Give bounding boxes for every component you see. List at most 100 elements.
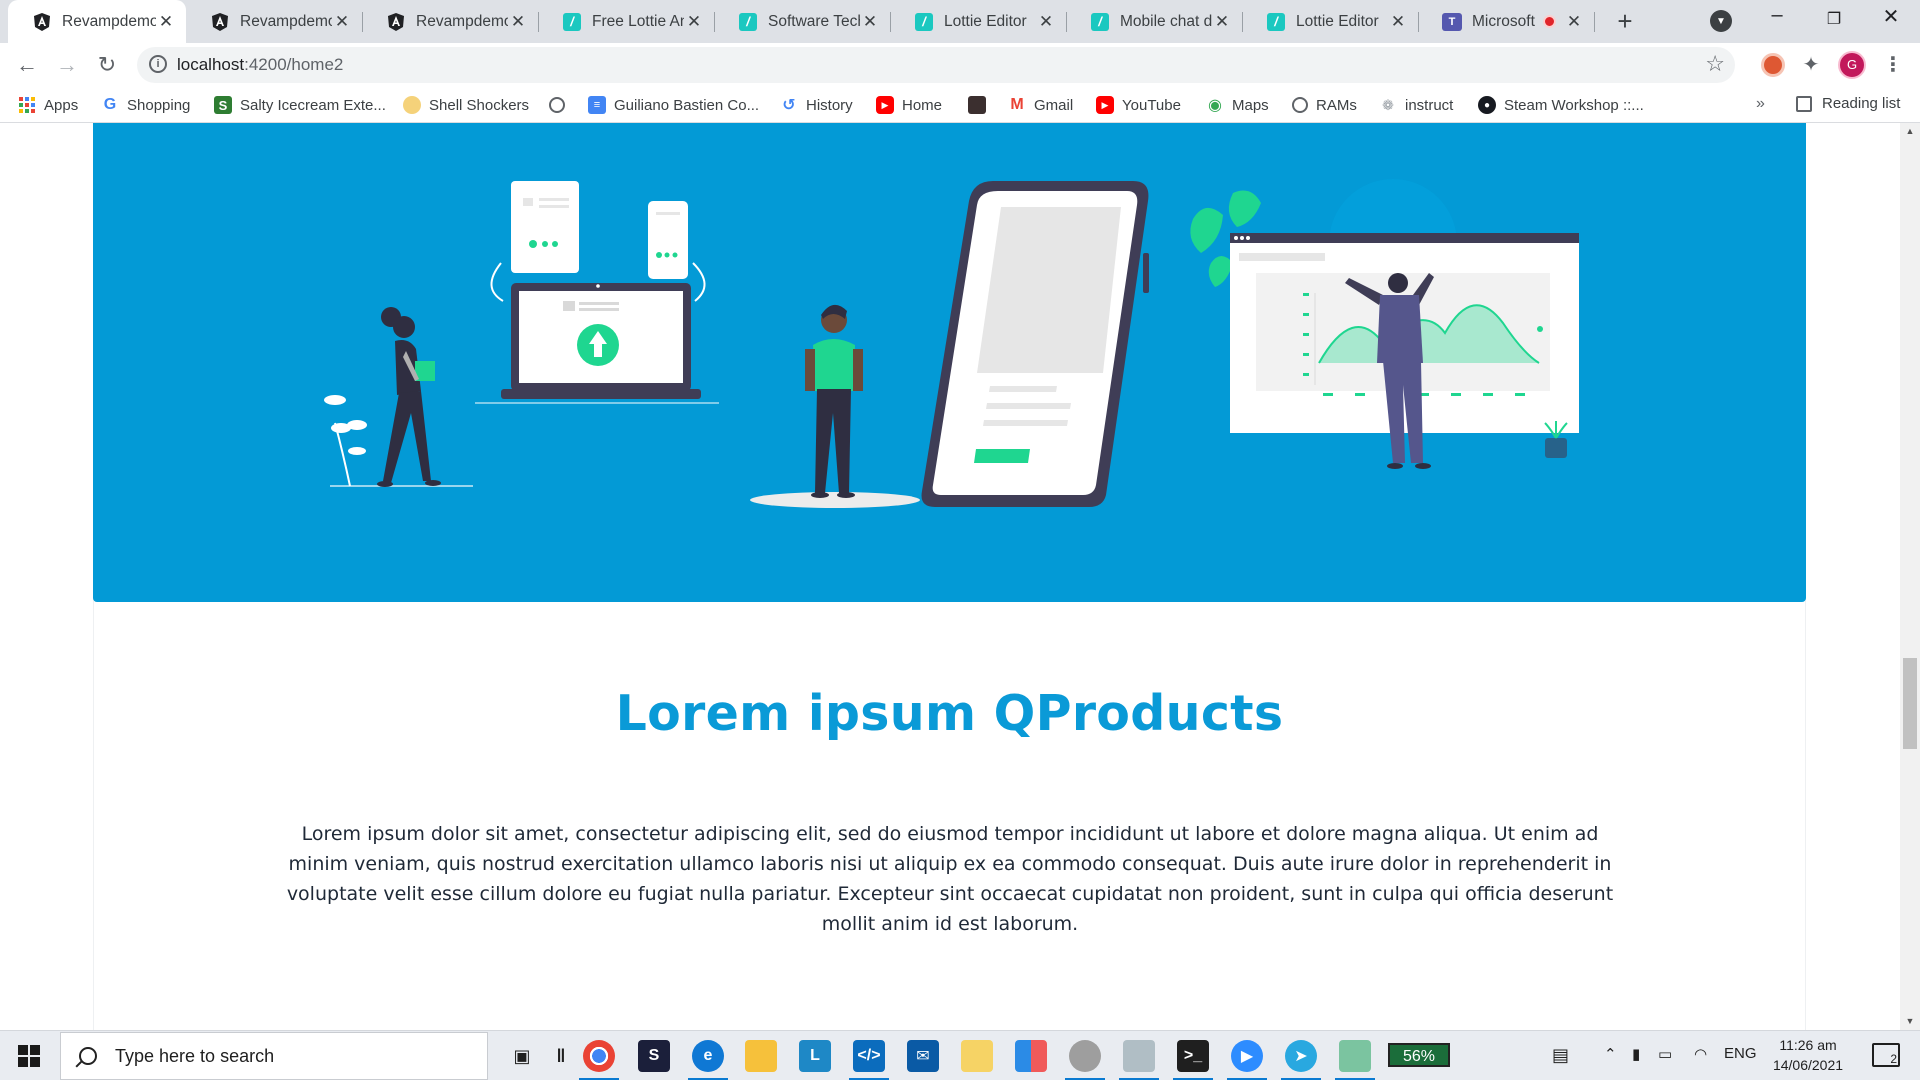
vscode-app-icon[interactable]: </>: [853, 1040, 885, 1072]
slack-like-app-icon[interactable]: S: [638, 1040, 670, 1072]
lottie-icon: /: [914, 12, 934, 32]
url-path: :4200/home2: [244, 55, 344, 74]
bookmark-history[interactable]: ↺ History: [780, 95, 852, 115]
woman-figure: [324, 307, 473, 487]
minimize-icon[interactable]: –: [1757, 4, 1797, 27]
back-arrow-icon[interactable]: ←: [12, 50, 42, 80]
browser-menu-icon[interactable]: ⋮: [1881, 53, 1905, 77]
close-icon[interactable]: ✕: [508, 12, 528, 32]
intro-paragraph: Lorem ipsum dolor sit amet, consectetur …: [286, 823, 1614, 935]
system-clock[interactable]: 11:26 am 14/06/2021: [1758, 1035, 1858, 1075]
telegram-app-icon[interactable]: ➤: [1285, 1040, 1317, 1072]
tab-free-lottie[interactable]: / Free Lottie Ani ✕: [538, 0, 714, 43]
close-window-icon[interactable]: ✕: [1871, 4, 1911, 29]
new-tab-button[interactable]: +: [1611, 7, 1639, 35]
man-figure: [750, 304, 920, 508]
photos-app-icon[interactable]: [1123, 1040, 1155, 1072]
bookmark-instruct[interactable]: ❁ instruct: [1379, 95, 1453, 115]
edge-app-icon[interactable]: e: [692, 1040, 724, 1072]
notification-center-icon[interactable]: 2: [1872, 1043, 1900, 1067]
language-indicator[interactable]: ENG: [1724, 1045, 1757, 1062]
wifi-icon[interactable]: ◠: [1694, 1045, 1707, 1063]
tab-search-icon[interactable]: ▼: [1710, 10, 1732, 32]
tab-lottie-editor-1[interactable]: / Lottie Editor ✕: [890, 0, 1066, 43]
tab-mobile-chat[interactable]: / Mobile chat di ✕: [1066, 0, 1242, 43]
restore-icon[interactable]: ❐: [1814, 9, 1854, 29]
tab-strip: Revampdemo ✕ Revampdemo ✕ Revampdemo ✕ /…: [0, 0, 1920, 43]
task-view-icon[interactable]: ▣: [506, 1040, 538, 1072]
tab-revampdemo-3[interactable]: Revampdemo ✕: [362, 0, 538, 43]
tab-lottie-editor-2[interactable]: / Lottie Editor ✕: [1242, 0, 1418, 43]
search-placeholder: Type here to search: [115, 1045, 275, 1066]
reload-icon[interactable]: ↻: [92, 50, 122, 80]
docs-icon: ≡: [588, 96, 606, 114]
tab-title: Revampdemo: [62, 12, 156, 30]
disc-app-icon[interactable]: [1069, 1040, 1101, 1072]
news-tray-icon[interactable]: ▤: [1552, 1045, 1569, 1066]
tab-microsoft-teams[interactable]: T Microsoft ✕: [1418, 0, 1594, 43]
bookmark-label: Gmail: [1034, 96, 1074, 114]
scroll-thumb[interactable]: [1903, 658, 1917, 749]
tab-revampdemo-1[interactable]: Revampdemo ✕: [8, 0, 186, 43]
tray-chevron-icon[interactable]: ⌃: [1604, 1045, 1617, 1063]
duckduckgo-extension-icon[interactable]: [1761, 53, 1785, 77]
tab-title: Revampdemo: [240, 12, 332, 30]
page-scrollbar[interactable]: ▲ ▼: [1900, 123, 1920, 1030]
hero-banner: [93, 123, 1806, 602]
close-icon[interactable]: ✕: [860, 12, 880, 32]
bookmark-rams[interactable]: RAMs: [1292, 95, 1357, 115]
tab-title: Free Lottie Ani: [592, 12, 684, 30]
power-icon[interactable]: ▭: [1658, 1045, 1672, 1063]
scroll-down-arrow-icon[interactable]: ▼: [1900, 1013, 1920, 1030]
apps-grid-icon: [18, 96, 36, 114]
windows-start-icon[interactable]: [18, 1045, 40, 1067]
paint-app-icon[interactable]: [1015, 1040, 1047, 1072]
game-icon: [968, 96, 986, 114]
close-icon[interactable]: ✕: [1036, 12, 1056, 32]
bookmark-home[interactable]: ▶ Home: [876, 95, 942, 115]
address-bar[interactable]: i localhost:4200/home2 ☆: [137, 47, 1735, 83]
bookmark-maps[interactable]: ◉ Maps: [1206, 95, 1269, 115]
close-icon[interactable]: ✕: [332, 12, 352, 32]
url-text[interactable]: localhost:4200/home2: [177, 55, 343, 75]
bookmark-star-icon[interactable]: ☆: [1705, 51, 1725, 77]
lottie-app-icon[interactable]: L: [799, 1040, 831, 1072]
widget-icon[interactable]: ‖: [545, 1040, 577, 1072]
reading-list-button[interactable]: Reading list: [1796, 95, 1900, 112]
close-icon[interactable]: ✕: [156, 12, 176, 32]
bookmark-youtube[interactable]: ▶ YouTube: [1096, 95, 1181, 115]
site-info-icon[interactable]: i: [149, 55, 167, 73]
bookmark-salty-icecream[interactable]: S Salty Icecream Exte...: [214, 95, 386, 115]
microphone-icon[interactable]: ▮: [1632, 1045, 1640, 1063]
sticky-app-icon[interactable]: [961, 1040, 993, 1072]
bookmark-globe[interactable]: [549, 95, 573, 115]
extensions-puzzle-icon[interactable]: ✦: [1799, 53, 1823, 77]
bookmark-game[interactable]: [968, 95, 994, 115]
tab-revampdemo-2[interactable]: Revampdemo ✕: [186, 0, 362, 43]
paint-tool-app-icon[interactable]: [1339, 1040, 1371, 1072]
chrome-app-icon[interactable]: [583, 1040, 615, 1072]
bookmarks-overflow-button[interactable]: »: [1756, 95, 1765, 113]
forward-arrow-icon[interactable]: →: [52, 50, 82, 80]
lottie-icon: /: [1266, 12, 1286, 32]
close-icon[interactable]: ✕: [1564, 12, 1584, 32]
bookmark-steam-workshop[interactable]: ● Steam Workshop ::...: [1478, 95, 1644, 115]
reading-list-icon: [1796, 95, 1812, 112]
bookmark-gmail[interactable]: M Gmail: [1008, 95, 1073, 115]
scroll-up-arrow-icon[interactable]: ▲: [1900, 123, 1920, 140]
taskbar-search-box[interactable]: Type here to search: [60, 1032, 488, 1080]
tab-software-tech[interactable]: / Software Techr ✕: [714, 0, 890, 43]
profile-avatar[interactable]: G: [1838, 51, 1866, 79]
bookmark-shell-shockers[interactable]: Shell Shockers: [403, 95, 529, 115]
terminal-app-icon[interactable]: >_: [1177, 1040, 1209, 1072]
zoom-app-icon[interactable]: ▶: [1231, 1040, 1263, 1072]
bookmark-guiliano-bastien[interactable]: ≡ Guiliano Bastien Co...: [588, 95, 759, 115]
close-icon[interactable]: ✕: [1212, 12, 1232, 32]
battery-meter[interactable]: 56%: [1388, 1043, 1450, 1067]
mail-app-icon[interactable]: ✉: [907, 1040, 939, 1072]
bookmark-shopping[interactable]: G Shopping: [101, 95, 191, 115]
file-explorer-icon[interactable]: [745, 1040, 777, 1072]
close-icon[interactable]: ✕: [684, 12, 704, 32]
close-icon[interactable]: ✕: [1388, 12, 1408, 32]
bookmark-apps[interactable]: Apps: [18, 95, 78, 115]
